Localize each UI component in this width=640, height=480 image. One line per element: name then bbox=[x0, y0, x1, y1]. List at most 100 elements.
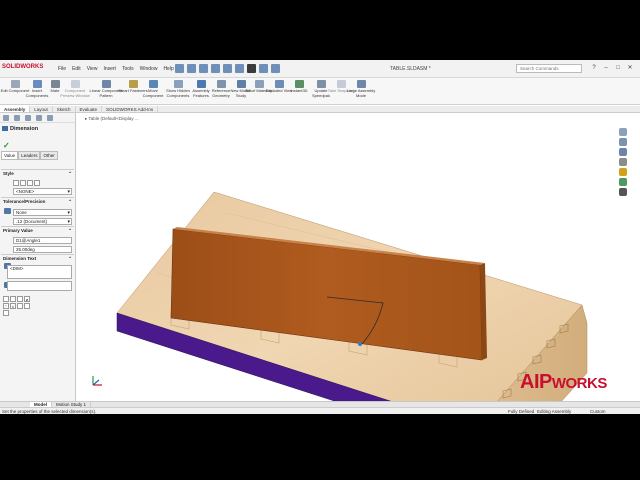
dimension-text-box[interactable]: <DIM> bbox=[7, 265, 72, 279]
realview-icon[interactable] bbox=[619, 188, 627, 196]
component-preview-button[interactable]: Component Preview Window bbox=[60, 80, 90, 98]
home-icon[interactable] bbox=[175, 64, 184, 73]
menu-view[interactable]: View bbox=[87, 66, 98, 72]
precision-select[interactable]: .12 (Document) bbox=[13, 218, 72, 225]
display-style-icon[interactable] bbox=[619, 158, 627, 166]
mate-icon bbox=[50, 80, 60, 88]
zoom-fit-icon[interactable] bbox=[619, 138, 627, 146]
save-icon[interactable] bbox=[211, 64, 220, 73]
symbol-degree-icon[interactable]: ° bbox=[3, 303, 9, 309]
insert-components-icon bbox=[32, 80, 42, 88]
dimension-text-section: Dimension Text ⌃ <DIM> bbox=[1, 254, 74, 291]
property-manager: Dimension ✓ Value Leaders Other Style ⌃ <… bbox=[0, 113, 76, 405]
print-icon[interactable] bbox=[223, 64, 232, 73]
model-graphics bbox=[116, 191, 588, 405]
exploded-view-icon bbox=[274, 80, 284, 88]
help-icon[interactable]: ? bbox=[590, 64, 598, 72]
document-title: TABLE.SLDASM * bbox=[390, 66, 431, 72]
tolerance-icon bbox=[4, 208, 11, 214]
symbol-diameter-icon[interactable]: ø bbox=[24, 296, 30, 302]
menu-bar: File Edit View Insert Tools Window Help bbox=[58, 66, 174, 72]
subtab-other[interactable]: Other bbox=[40, 151, 58, 160]
tab-layout[interactable]: Layout bbox=[30, 106, 53, 112]
reference-geometry-icon bbox=[216, 80, 226, 88]
add-style-icon[interactable] bbox=[20, 180, 26, 186]
pm-subtabs: Value Leaders Other bbox=[1, 151, 58, 160]
formatting-buttons: ø ° ± bbox=[3, 296, 33, 316]
rebuild-icon[interactable] bbox=[259, 64, 268, 73]
style-buttons bbox=[13, 180, 43, 186]
open-icon[interactable] bbox=[199, 64, 208, 73]
dimension-text-box-below[interactable] bbox=[7, 281, 72, 291]
apply-style-icon[interactable] bbox=[13, 180, 19, 186]
tolerance-select[interactable]: None bbox=[13, 209, 72, 216]
large-assembly-mode-button[interactable]: Large Assembly Mode bbox=[346, 80, 376, 98]
style-header[interactable]: Style ⌃ bbox=[1, 169, 74, 178]
edit-component-icon bbox=[10, 80, 20, 88]
dimension-icon bbox=[2, 126, 8, 131]
display-manager-icon[interactable] bbox=[47, 115, 53, 121]
pm-title: Dimension bbox=[0, 123, 75, 133]
options-icon[interactable] bbox=[271, 64, 280, 73]
restore-icon[interactable]: □ bbox=[614, 64, 622, 72]
format-align-left-icon[interactable] bbox=[3, 296, 9, 302]
large-assembly-icon bbox=[356, 80, 366, 88]
delete-style-icon[interactable] bbox=[27, 180, 33, 186]
dimxpert-icon[interactable] bbox=[36, 115, 42, 121]
view-orientation-icon[interactable] bbox=[619, 128, 627, 136]
graphics-viewport[interactable]: ▸ Table (Default<Display ... AIPWORKS bbox=[77, 113, 629, 405]
solidworks-logo[interactable]: SOLIDWORKS bbox=[2, 64, 43, 70]
dimension-text-header[interactable]: Dimension Text ⌃ bbox=[1, 254, 74, 263]
aipworks-watermark: AIPWORKS bbox=[520, 371, 607, 393]
text-formatting-section: ø ° ± bbox=[1, 296, 74, 316]
appearance-icon[interactable] bbox=[619, 168, 627, 176]
extra-symbol-icon[interactable] bbox=[3, 310, 9, 316]
menu-tools[interactable]: Tools bbox=[122, 66, 134, 72]
more-symbols-icon[interactable] bbox=[17, 303, 23, 309]
save-style-icon[interactable] bbox=[34, 180, 40, 186]
menu-help[interactable]: Help bbox=[163, 66, 173, 72]
format-align-center-icon[interactable] bbox=[10, 296, 16, 302]
ok-checkmark-icon[interactable]: ✓ bbox=[3, 141, 10, 150]
select-icon[interactable] bbox=[247, 64, 256, 73]
menu-file[interactable]: File bbox=[58, 66, 66, 72]
tab-addins[interactable]: SOLIDWORKS Add-Ins bbox=[102, 106, 159, 112]
minimize-icon[interactable]: – bbox=[602, 64, 610, 72]
tab-evaluate[interactable]: Evaluate bbox=[76, 106, 103, 112]
fastener-icon bbox=[128, 80, 138, 88]
property-manager-icon[interactable] bbox=[14, 115, 20, 121]
primary-name-field[interactable]: D1@Angle1 bbox=[13, 237, 72, 244]
section-view-icon[interactable] bbox=[619, 148, 627, 156]
solidworks-window: SOLIDWORKS File Edit View Insert Tools W… bbox=[0, 60, 640, 414]
tab-sketch[interactable]: Sketch bbox=[53, 106, 76, 112]
manager-tabs bbox=[0, 113, 75, 123]
symbol-plusminus-icon[interactable]: ± bbox=[10, 303, 16, 309]
primary-value-field[interactable]: 25.00deg bbox=[13, 246, 72, 253]
menu-window[interactable]: Window bbox=[140, 66, 158, 72]
new-document-icon[interactable] bbox=[187, 64, 196, 73]
justify-icon[interactable] bbox=[24, 303, 30, 309]
menu-edit[interactable]: Edit bbox=[72, 66, 81, 72]
primary-value-header[interactable]: Primary Value ⌃ bbox=[1, 226, 74, 235]
feature-manager-icon[interactable] bbox=[3, 115, 9, 121]
undo-icon[interactable] bbox=[235, 64, 244, 73]
tolerance-section: Tolerance/Precision⌃ None .12 (Document) bbox=[1, 197, 74, 225]
close-icon[interactable]: ✕ bbox=[626, 64, 634, 72]
subtab-value[interactable]: Value bbox=[1, 151, 19, 160]
assembly-features-icon bbox=[196, 80, 206, 88]
dimension-handle[interactable] bbox=[358, 342, 362, 346]
tab-assembly[interactable]: Assembly bbox=[0, 106, 31, 112]
style-section: Style ⌃ <NONE> bbox=[1, 169, 74, 195]
style-select[interactable]: <NONE> bbox=[13, 188, 72, 195]
axis-triad bbox=[92, 376, 102, 386]
command-manager-tabs: Assembly Layout Sketch Evaluate SOLIDWOR… bbox=[0, 106, 640, 113]
search-commands-input[interactable] bbox=[516, 64, 582, 73]
configuration-manager-icon[interactable] bbox=[25, 115, 31, 121]
primary-value-section: Primary Value ⌃ D1@Angle1 25.00deg bbox=[1, 226, 74, 253]
subtab-leaders[interactable]: Leaders bbox=[18, 151, 41, 160]
move-component-icon bbox=[148, 80, 158, 88]
tolerance-header[interactable]: Tolerance/Precision ⌃ bbox=[1, 197, 74, 206]
scene-icon[interactable] bbox=[619, 178, 627, 186]
menu-insert[interactable]: Insert bbox=[103, 66, 116, 72]
format-align-right-icon[interactable] bbox=[17, 296, 23, 302]
